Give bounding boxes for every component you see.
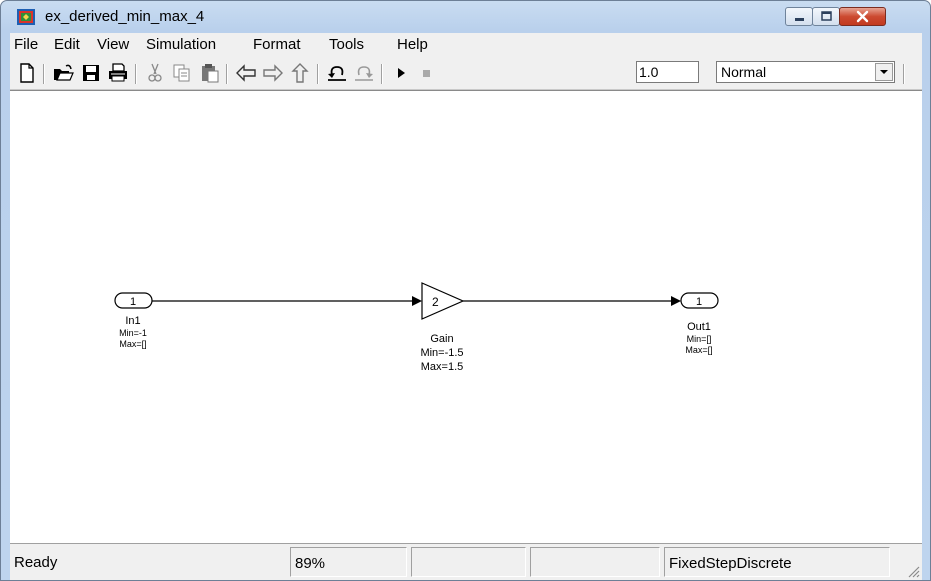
gain-min-label: Min=-1.5	[420, 347, 463, 359]
status-state: Ready	[14, 554, 58, 571]
inport-number: 1	[130, 296, 136, 308]
close-button[interactable]	[839, 7, 886, 26]
toolbar-separator	[43, 64, 45, 84]
menu-format[interactable]: Format	[253, 36, 301, 53]
simulink-app-icon	[17, 9, 35, 25]
stop-icon	[423, 70, 430, 77]
chevron-down-icon	[880, 70, 888, 74]
open-icon	[54, 64, 74, 81]
maximize-button[interactable]	[812, 7, 840, 26]
toolbar-separator	[381, 64, 383, 84]
status-solver: FixedStepDiscrete	[664, 547, 890, 577]
back-button[interactable]	[235, 62, 257, 84]
toolbar: 1.0 Normal	[10, 56, 922, 90]
gain-max-label: Max=1.5	[421, 361, 464, 373]
open-button[interactable]	[52, 62, 74, 84]
block-diagram: 1 In1 Min=-1 Max=[] 2 Gain Min=-1.5 Max=…	[114, 282, 719, 373]
status-bar: Ready 89% FixedStepDiscrete	[10, 544, 922, 580]
menu-tools[interactable]: Tools	[329, 36, 364, 53]
model-window: ex_derived_min_max_4 File Edit View Simu…	[0, 0, 931, 581]
model-canvas[interactable]: 1 In1 Min=-1 Max=[] 2 Gain Min=-1.5 Max=…	[10, 90, 922, 544]
print-button[interactable]	[107, 62, 129, 84]
outport-max-label: Max=[]	[685, 345, 712, 355]
minimize-icon	[795, 18, 804, 21]
inport-block[interactable]: 1	[114, 292, 153, 309]
stop-button[interactable]	[415, 62, 437, 84]
maximize-icon	[821, 11, 832, 21]
gain-block[interactable]: 2	[421, 282, 465, 320]
up-icon	[291, 63, 309, 83]
paste-icon	[202, 64, 219, 83]
redo-button[interactable]	[353, 62, 375, 84]
copy-icon	[173, 64, 190, 82]
copy-button[interactable]	[171, 62, 193, 84]
menu-help[interactable]: Help	[397, 36, 428, 53]
stop-time-input[interactable]: 1.0	[636, 61, 699, 83]
status-empty-2	[530, 547, 660, 577]
inport-min-label: Min=-1	[119, 328, 147, 338]
new-model-icon	[20, 63, 34, 83]
resize-grip-icon[interactable]	[906, 564, 920, 578]
outport-min-label: Min=[]	[687, 334, 712, 344]
gain-name: Gain	[430, 333, 453, 345]
redo-icon	[355, 66, 373, 81]
status-zoom: 89%	[290, 547, 407, 577]
inport-name: In1	[125, 315, 140, 327]
back-icon	[236, 64, 256, 82]
menu-file[interactable]: File	[14, 36, 38, 53]
forward-icon	[263, 64, 283, 82]
menu-edit[interactable]: Edit	[54, 36, 80, 53]
save-button[interactable]	[80, 62, 102, 84]
signal-line-in-to-gain[interactable]	[152, 296, 422, 306]
save-icon	[83, 65, 99, 81]
toolbar-separator	[317, 64, 319, 84]
toolbar-separator	[135, 64, 137, 84]
run-button[interactable]	[390, 62, 412, 84]
outport-name: Out1	[687, 321, 711, 333]
undo-button[interactable]	[326, 62, 348, 84]
window-title: ex_derived_min_max_4	[45, 8, 205, 25]
close-icon	[856, 10, 869, 23]
menu-bar: File Edit View Simulation Format Tools H…	[10, 33, 922, 56]
undo-icon	[328, 66, 346, 81]
menu-view[interactable]: View	[97, 36, 129, 53]
dropdown-button[interactable]	[875, 63, 893, 81]
cut-button[interactable]	[144, 62, 166, 84]
outport-block[interactable]: 1	[680, 292, 719, 309]
new-model-button[interactable]	[16, 62, 38, 84]
toolbar-separator	[226, 64, 228, 84]
up-button[interactable]	[289, 62, 311, 84]
outport-number: 1	[696, 296, 702, 308]
simulation-mode-select[interactable]: Normal	[716, 61, 895, 83]
status-empty-1	[411, 547, 526, 577]
paste-button[interactable]	[199, 62, 221, 84]
toolbar-separator	[903, 64, 905, 84]
signal-line-gain-to-out[interactable]	[463, 296, 681, 306]
cut-icon	[148, 63, 162, 82]
minimize-button[interactable]	[785, 7, 813, 26]
title-bar[interactable]: ex_derived_min_max_4	[1, 1, 930, 33]
forward-button[interactable]	[262, 62, 284, 84]
print-icon	[109, 63, 127, 82]
inport-max-label: Max=[]	[119, 339, 146, 349]
simulation-mode-value: Normal	[721, 64, 767, 80]
menu-simulation[interactable]: Simulation	[146, 36, 216, 53]
gain-value: 2	[432, 295, 439, 309]
run-icon	[398, 68, 405, 78]
